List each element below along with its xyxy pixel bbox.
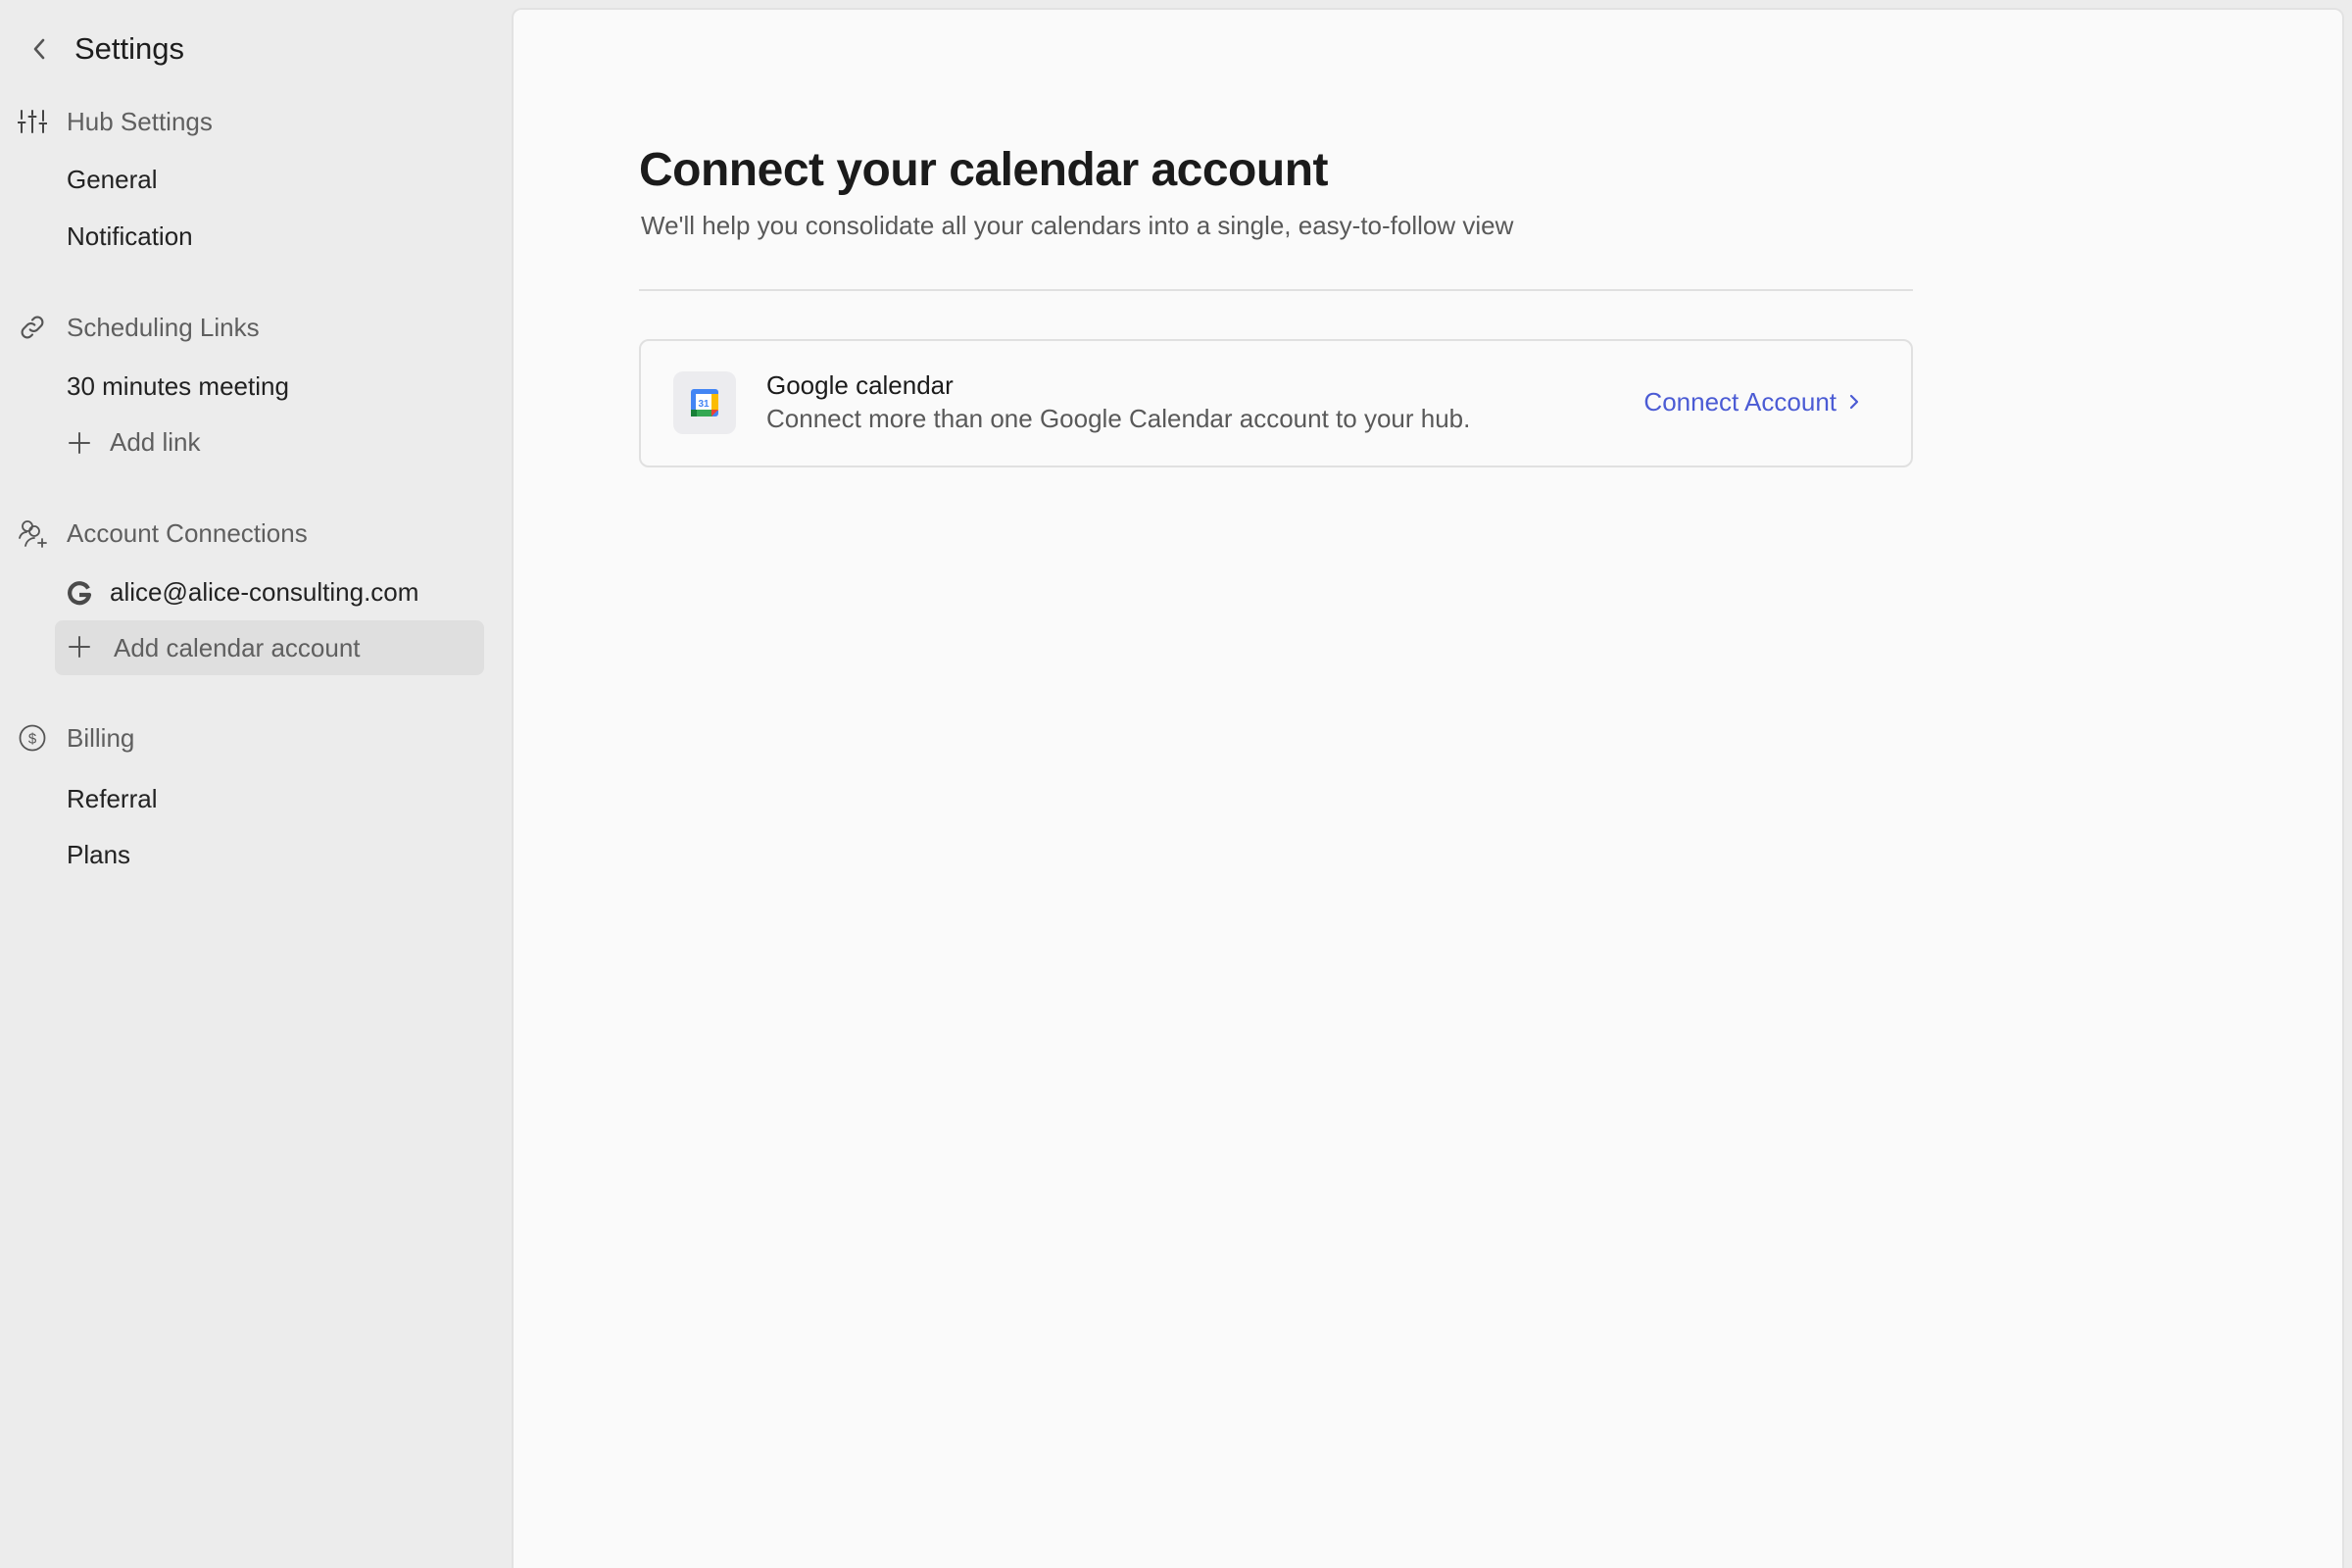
dollar-circle-icon: $ [18, 724, 47, 752]
svg-text:31: 31 [698, 399, 710, 410]
link-icon [18, 314, 47, 341]
sidebar-item-label: Plans [67, 840, 131, 869]
connect-account-button[interactable]: Connect Account [1643, 382, 1860, 421]
chevron-left-icon [33, 38, 45, 60]
google-g-icon [67, 580, 92, 606]
plus-icon [67, 430, 92, 456]
provider-icon-box: 31 [673, 371, 736, 434]
sidebar-item-label: alice@alice-consulting.com [110, 577, 419, 607]
section-label: Hub Settings [67, 107, 213, 136]
google-calendar-icon: 31 [691, 389, 718, 416]
section-label: Account Connections [67, 518, 308, 548]
plus-icon [67, 634, 92, 660]
section-label: Billing [67, 723, 135, 753]
page-subtitle: We'll help you consolidate all your cale… [641, 211, 1514, 240]
add-calendar-account-button[interactable]: Add calendar account [55, 620, 484, 675]
page-title: Connect your calendar account [639, 144, 1329, 196]
sidebar-item-label: Notification [67, 221, 193, 251]
sidebar-item-label: Add calendar account [114, 633, 361, 662]
main-panel: Connect your calendar account We'll help… [512, 8, 2344, 1568]
connect-account-label: Connect Account [1643, 386, 1837, 416]
chevron-right-icon [1849, 394, 1859, 410]
back-button[interactable] [25, 35, 53, 63]
provider-name: Google calendar [766, 370, 954, 400]
sidebar-item-label: 30 minutes meeting [67, 371, 289, 401]
provider-card-google-calendar: 31 Google calendar Connect more than one… [639, 339, 1913, 467]
settings-sidebar: Settings Hub Settings General Notificati… [0, 0, 512, 1568]
sliders-icon [18, 108, 47, 135]
sidebar-item-label: General [67, 165, 158, 194]
sidebar-item-label: Referral [67, 784, 158, 813]
section-label: Scheduling Links [67, 313, 260, 342]
divider [639, 289, 1913, 291]
users-plus-icon [18, 519, 47, 548]
svg-text:$: $ [28, 731, 37, 748]
sidebar-item-label: Add link [110, 427, 201, 457]
sidebar-title: Settings [74, 31, 185, 66]
provider-description: Connect more than one Google Calendar ac… [766, 404, 1471, 433]
